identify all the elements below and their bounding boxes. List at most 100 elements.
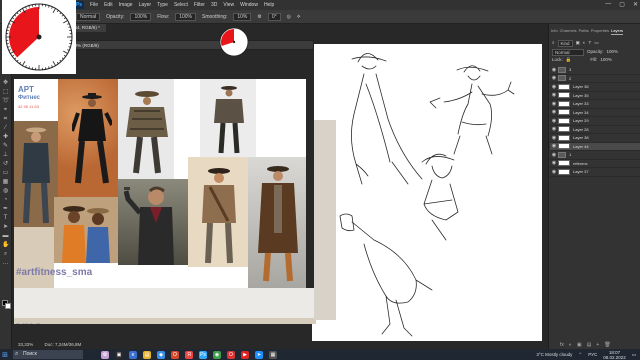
layer-row[interactable]: ◉ 1 (550, 151, 640, 160)
smoothing-field[interactable]: 10% (233, 12, 252, 21)
healing-tool-icon[interactable]: ✚ (2, 134, 9, 140)
taskbar-edge-icon[interactable]: e (129, 350, 137, 359)
layer-row[interactable]: ◉ Layer 44 (550, 142, 640, 151)
layer-row[interactable]: ◉ Layer 35 (550, 92, 640, 100)
layer-row[interactable]: ◉ 3 (550, 66, 640, 75)
menu-item-file[interactable]: File (90, 2, 98, 8)
panel-tab-channels[interactable]: Channels (560, 27, 577, 35)
eyedropper-tool-icon[interactable]: ⁄ (2, 125, 9, 131)
history-brush-tool-icon[interactable]: ↺ (2, 161, 9, 167)
stamp-tool-icon[interactable]: ⊥ (2, 152, 9, 158)
blur-tool-icon[interactable]: ◍ (2, 188, 9, 194)
weather-status[interactable]: 3°C Mostly cloudy (536, 352, 572, 357)
layer-visibility-eye-icon[interactable]: ◉ (550, 143, 558, 149)
layer-visibility-eye-icon[interactable]: ◉ (550, 84, 558, 90)
menu-item-edit[interactable]: Edit (104, 2, 113, 8)
language-indicator[interactable]: РУС (588, 352, 597, 357)
marquee-tool-icon[interactable]: ⬚ (2, 89, 9, 95)
layer-row[interactable]: ◉ Layer 38 (550, 134, 640, 143)
menu-item-type[interactable]: Type (157, 2, 168, 8)
layer-visibility-eye-icon[interactable]: ◉ (550, 101, 558, 107)
taskbar-office-icon[interactable]: O (171, 350, 179, 359)
panel-tab-properties[interactable]: Properties (591, 27, 609, 35)
filter-type-icon[interactable]: T (589, 40, 592, 47)
path-select-tool-icon[interactable]: ➤ (2, 224, 9, 230)
layer-visibility-eye-icon[interactable]: ◉ (550, 92, 558, 98)
gradient-tool-icon[interactable]: ▦ (2, 179, 9, 185)
eraser-tool-icon[interactable]: ▭ (2, 170, 9, 176)
filter-search-icon[interactable]: ⌕ (552, 40, 555, 47)
taskbar-explorer-icon[interactable]: ▤ (143, 350, 151, 359)
taskbar-app-paint-icon[interactable]: ✿ (101, 350, 109, 359)
flow-field[interactable]: 100% (175, 12, 197, 21)
layer-row[interactable]: ◉ Layer 29 (550, 117, 640, 126)
layer-row[interactable]: ◉ Layer 34 (550, 109, 640, 117)
quick-select-tool-icon[interactable]: ⌖ (2, 107, 9, 113)
type-tool-icon[interactable]: T (2, 215, 9, 221)
opacity-field[interactable]: 100% (130, 12, 152, 21)
fill-field[interactable]: 100% (600, 57, 612, 63)
menu-item-layer[interactable]: Layer (139, 2, 152, 8)
trash-icon[interactable]: 🗑 (604, 342, 610, 348)
layer-row[interactable]: ◉ Layer 37 (550, 168, 640, 177)
taskbar-telegram-icon[interactable]: ➤ (255, 350, 263, 359)
taskbar-photoshop-icon[interactable]: Ps (199, 350, 207, 359)
filter-shape-icon[interactable]: ▭ (594, 40, 598, 47)
taskbar-store-icon[interactable]: ◆ (157, 350, 165, 359)
layer-visibility-eye-icon[interactable]: ◉ (550, 152, 558, 158)
adjustment-icon[interactable]: ▣ (577, 342, 582, 348)
layer-visibility-eye-icon[interactable]: ◉ (550, 169, 558, 175)
zoom-tool-icon[interactable]: ⌕ (2, 251, 9, 257)
symmetry-icon[interactable]: ⟡ (297, 14, 300, 20)
crop-tool-icon[interactable]: ⌗ (2, 116, 9, 122)
layer-visibility-eye-icon[interactable]: ◉ (550, 135, 558, 141)
layer-visibility-eye-icon[interactable]: ◉ (550, 118, 558, 124)
panel-tab-info[interactable]: Info (551, 27, 558, 35)
menu-item-select[interactable]: Select (174, 2, 188, 8)
notification-icon[interactable]: ▭ (632, 352, 636, 358)
layer-visibility-eye-icon[interactable]: ◉ (550, 75, 558, 81)
lock-icon[interactable]: 🔒 (566, 57, 572, 63)
menu-item-3d[interactable]: 3D (211, 2, 217, 8)
menu-item-window[interactable]: Window (240, 2, 258, 8)
layer-visibility-eye-icon[interactable]: ◉ (550, 160, 558, 166)
taskbar-app-misc-icon[interactable]: ▦ (269, 350, 277, 359)
layer-opacity-field[interactable]: 100% (607, 49, 619, 56)
new-layer-icon[interactable]: + (596, 342, 599, 348)
menu-item-filter[interactable]: Filter (194, 2, 205, 8)
lasso-tool-icon[interactable]: ➰ (2, 98, 9, 104)
brush-mode-select[interactable]: Normal (76, 12, 101, 21)
filter-adjust-icon[interactable]: ◐ (583, 40, 586, 47)
menu-item-view[interactable]: View (223, 2, 234, 8)
layer-row[interactable]: ◉ 2 (550, 75, 640, 83)
dodge-tool-icon[interactable]: ◔ (2, 197, 9, 203)
layer-visibility-eye-icon[interactable]: ◉ (550, 67, 558, 73)
layer-visibility-eye-icon[interactable]: ◉ (550, 109, 558, 115)
shape-tool-icon[interactable]: ▬ (2, 233, 9, 239)
maximize-button[interactable]: ▢ (619, 1, 625, 8)
close-button[interactable]: ✕ (633, 1, 638, 8)
pen-tool-icon[interactable]: ✒ (2, 206, 9, 212)
menu-item-image[interactable]: Image (119, 2, 133, 8)
layer-row[interactable]: ◉ Layer 36 (550, 83, 640, 92)
fx-icon[interactable]: fx (560, 342, 564, 348)
menu-item-help[interactable]: Help (264, 2, 274, 8)
brush-tool-icon[interactable]: ✎ (2, 143, 9, 149)
mask-icon[interactable]: ◐ (569, 342, 572, 348)
taskbar-yandex-icon[interactable]: Я (185, 350, 193, 359)
hand-tool-icon[interactable]: ✋ (2, 242, 9, 248)
blend-mode-select[interactable]: Normal (552, 49, 584, 56)
more-tools-icon[interactable]: … (2, 260, 9, 266)
clock[interactable]: 18:07 08.02.2022 (603, 350, 626, 360)
settings-gear-icon[interactable]: ⚙ (257, 14, 261, 20)
minimize-button[interactable]: — (605, 1, 611, 8)
background-color-swatch[interactable] (5, 303, 11, 309)
layer-row[interactable]: ◉ Layer 28 (550, 126, 640, 134)
panel-tab-layers[interactable]: Layers (611, 27, 624, 35)
taskbar-opera-icon[interactable]: O (227, 350, 235, 359)
layer-row[interactable]: ◉ Layer 33 (550, 100, 640, 109)
windows-start-icon[interactable]: ⊞ (0, 351, 10, 359)
taskbar-app-green-icon[interactable]: ◉ (213, 350, 221, 359)
taskbar-youtube-icon[interactable]: ▶ (241, 350, 249, 359)
taskbar-search[interactable]: ⌕ Поиск (13, 350, 83, 359)
